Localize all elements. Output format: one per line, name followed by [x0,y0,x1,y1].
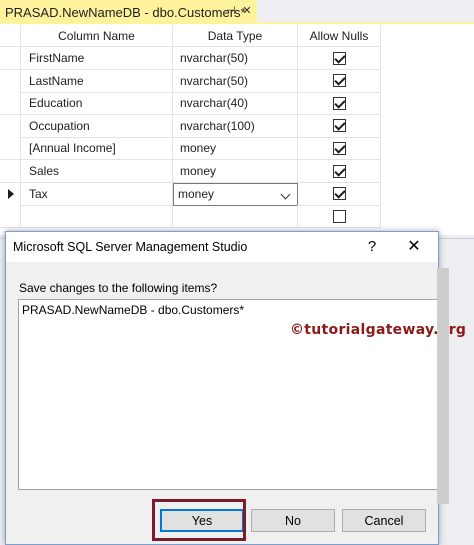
allow-nulls-header: Allow Nulls [298,25,381,46]
allow-nulls-cell [298,160,381,182]
row-selector[interactable] [0,205,21,228]
column-name-header: Column Name [21,25,173,46]
data-type-cell[interactable]: nvarchar(50) [173,69,298,92]
document-tab-strip: PRASAD.NewNameDB - dbo.Customers* ⊣ ✕ [0,0,474,24]
allow-nulls-cell [298,69,381,92]
table-row[interactable]: Tax money [0,182,381,206]
row-selector[interactable] [0,69,21,92]
data-type-header: Data Type [173,25,298,46]
row-selector[interactable] [0,182,21,205]
data-type-value: money [178,187,215,202]
dialog-title: Microsoft SQL Server Management Studio [13,240,248,254]
close-tab-icon[interactable]: ✕ [241,4,253,18]
no-button[interactable]: No [251,509,335,532]
column-name-cell[interactable]: LastName [21,69,173,92]
row-selector[interactable] [0,160,21,182]
table-row[interactable]: [Annual Income] money [0,137,381,161]
scrollbar-thumb[interactable] [437,268,449,504]
pin-icon[interactable]: ⊣ [225,4,237,18]
row-selector[interactable] [0,137,21,160]
items-list[interactable]: PRASAD.NewNameDB - dbo.Customers* ©tutor… [18,299,466,490]
row-selector[interactable] [0,114,21,137]
help-icon[interactable]: ? [362,236,382,258]
allow-nulls-checkbox[interactable] [332,141,346,155]
dialog-prompt: Save changes to the following items? [19,281,218,295]
data-type-cell[interactable]: nvarchar(50) [173,47,298,69]
table-row[interactable]: Occupation nvarchar(100) [0,114,381,138]
table-row[interactable]: FirstName nvarchar(50) [0,47,381,70]
allow-nulls-checkbox[interactable] [332,96,346,110]
allow-nulls-checkbox[interactable] [332,164,346,178]
data-type-cell[interactable]: money [173,160,298,182]
column-name-cell[interactable]: Education [21,92,173,115]
chevron-down-icon[interactable] [280,189,291,200]
grid-header-row: Column Name Data Type Allow Nulls [0,25,381,47]
allow-nulls-cell [298,137,381,160]
list-item[interactable]: PRASAD.NewNameDB - dbo.Customers* [22,303,244,317]
allow-nulls-checkbox[interactable] [332,51,346,65]
allow-nulls-cell [298,114,381,137]
column-name-cell[interactable]: Sales [21,160,173,182]
allow-nulls-checkbox[interactable] [332,209,346,223]
table-row[interactable]: Sales money [0,160,381,183]
close-icon[interactable]: ✕ [404,236,424,258]
column-name-cell[interactable]: Tax [21,182,173,205]
data-type-cell[interactable]: nvarchar(40) [173,92,298,115]
data-type-cell[interactable]: nvarchar(100) [173,114,298,137]
allow-nulls-checkbox[interactable] [332,74,346,88]
row-selector-header [0,25,21,46]
allow-nulls-checkbox[interactable] [332,119,346,133]
table-row[interactable] [0,205,381,229]
grid-empty-area [381,25,474,235]
table-row[interactable]: LastName nvarchar(50) [0,69,381,93]
allow-nulls-cell [298,205,381,228]
document-tab-title: PRASAD.NewNameDB - dbo.Customers* [5,4,246,20]
allow-nulls-cell [298,182,381,205]
yes-button[interactable]: Yes [160,509,244,532]
table-designer: Column Name Data Type Allow Nulls FirstN… [0,25,474,235]
save-changes-dialog: Microsoft SQL Server Management Studio ?… [5,231,466,545]
data-type-cell[interactable]: money [173,137,298,160]
column-name-cell[interactable]: Occupation [21,114,173,137]
document-tab[interactable]: PRASAD.NewNameDB - dbo.Customers* ⊣ ✕ [0,0,257,24]
data-type-dropdown[interactable]: money [173,182,298,206]
cancel-button[interactable]: Cancel [342,509,426,532]
row-selector[interactable] [0,92,21,115]
allow-nulls-cell [298,92,381,115]
current-row-arrow-icon [8,188,14,199]
column-name-cell[interactable]: FirstName [21,47,173,69]
column-name-cell[interactable] [21,205,173,228]
table-row[interactable]: Education nvarchar(40) [0,92,381,116]
row-selector[interactable] [0,47,21,69]
allow-nulls-checkbox[interactable] [332,187,346,201]
data-type-cell[interactable] [173,205,298,228]
column-name-cell[interactable]: [Annual Income] [21,137,173,160]
allow-nulls-cell [298,47,381,69]
